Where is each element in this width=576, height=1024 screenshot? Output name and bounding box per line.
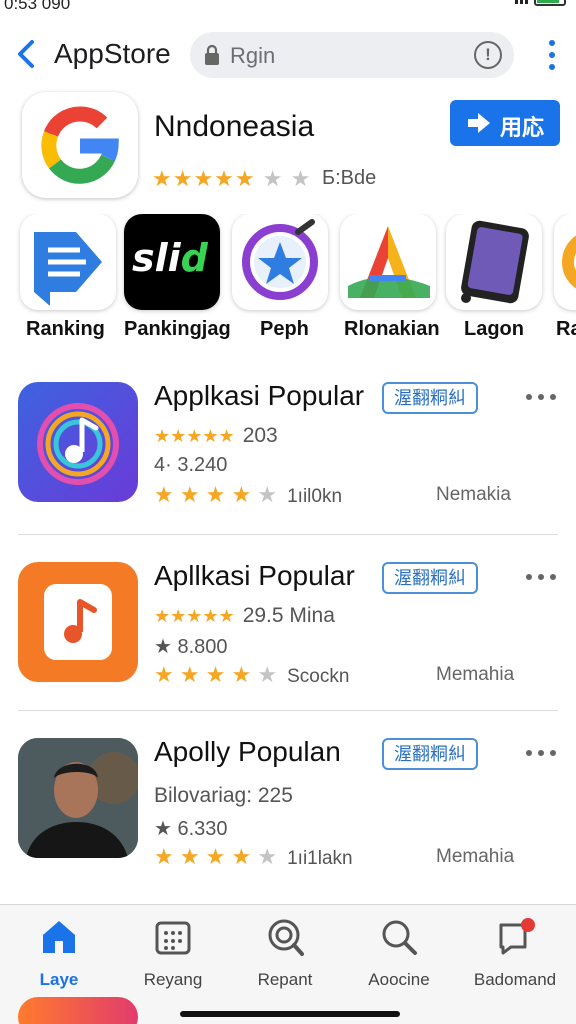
featured-app-name: Nndoneasia bbox=[154, 110, 315, 143]
music-note-icon bbox=[18, 562, 138, 682]
app-rating-line: Bilovariag: 225 bbox=[154, 784, 293, 808]
nav-label: Aoocine bbox=[368, 970, 430, 989]
home-icon bbox=[43, 921, 75, 953]
slid-logo-icon: slid bbox=[124, 214, 220, 310]
list-item[interactable]: Applkasi Popular 渥翻粡糾 ★★★★★ 203 4· 3.240 … bbox=[0, 362, 576, 522]
signal-icon bbox=[515, 0, 528, 4]
app-downloads: 1ıil0kn bbox=[287, 486, 343, 507]
app-badge[interactable]: 渥翻粡糾 bbox=[382, 382, 478, 414]
peek-icon bbox=[18, 997, 138, 1024]
battery-icon bbox=[534, 0, 566, 6]
mini-stars: ★★★★★ bbox=[154, 426, 235, 446]
category-label: Ra bbox=[556, 318, 576, 340]
category-ranking[interactable]: Ranking bbox=[20, 214, 120, 344]
app-meta: Nemakia bbox=[436, 484, 511, 505]
app-downloads: Scockn bbox=[287, 666, 350, 687]
lock-icon bbox=[205, 44, 219, 65]
app-meta: Memahia bbox=[436, 664, 515, 685]
app-downloads: 1ıi1lakn bbox=[287, 848, 353, 869]
app-badge[interactable]: 渥翻粡糾 bbox=[382, 562, 478, 594]
tablet-icon bbox=[446, 214, 542, 310]
category-row: Ranking slid Pankingjag Peph Rlonakian L… bbox=[0, 214, 576, 344]
status-bar: 0:53 090 bbox=[0, 0, 576, 14]
nav-item-laye[interactable]: Laye bbox=[2, 917, 116, 997]
person-photo-icon bbox=[18, 738, 138, 858]
app-score: ★ 8.800 bbox=[154, 636, 228, 658]
notification-icon bbox=[499, 918, 535, 955]
app-stars: ★ ★ ★ ★ ★ Scockn bbox=[154, 662, 350, 687]
rating-count: 203 bbox=[242, 424, 278, 447]
category-pankingjag[interactable]: slid Pankingjag bbox=[124, 214, 231, 344]
partial-icon bbox=[554, 214, 576, 310]
search-icon bbox=[382, 920, 417, 955]
featured-app[interactable]: Nndoneasia ★★★★★ ★ ★ Б:Bde 用応 bbox=[0, 90, 576, 202]
mini-stars: ★★★★★ bbox=[154, 606, 235, 626]
app-stars: ★ ★ ★ ★ ★ 1ıi1lakn bbox=[154, 844, 353, 869]
search-input[interactable]: Rgin bbox=[230, 43, 275, 69]
nav-item-aoocine[interactable]: Aoocine bbox=[342, 917, 456, 997]
more-vert-icon[interactable] bbox=[548, 40, 556, 70]
bottom-nav: Laye Reyang Repant Aoocine Badomand bbox=[0, 904, 576, 1024]
rating-count: 29.5 Mina bbox=[242, 604, 335, 627]
nav-item-repant[interactable]: Repant bbox=[228, 917, 342, 997]
home-indicator[interactable] bbox=[180, 1011, 400, 1017]
more-horiz-icon[interactable] bbox=[526, 394, 556, 402]
nav-label: Laye bbox=[39, 970, 79, 989]
page-title: AppStore bbox=[54, 38, 171, 69]
app-title: Apolly Populan bbox=[154, 736, 341, 767]
list-item[interactable]: Apllkasi Popular 渥翻粡糾 ★★★★★ 29.5 Mina ★ 8… bbox=[0, 542, 576, 702]
status-time: 0:53 090 bbox=[4, 0, 71, 13]
app-badge[interactable]: 渥翻粡糾 bbox=[382, 738, 478, 770]
app-rating-line: ★★★★★ 29.5 Mina bbox=[154, 604, 335, 628]
install-button-label: 用応 bbox=[500, 115, 545, 140]
app-stars: ★ ★ ★ ★ ★ 1ıil0kn bbox=[154, 482, 343, 507]
app-title: Apllkasi Popular bbox=[154, 560, 355, 591]
install-button[interactable]: 用応 bbox=[450, 100, 560, 146]
search-bar[interactable]: Rgin ! bbox=[190, 32, 514, 78]
triangle-logo-icon bbox=[340, 214, 436, 310]
app-title: Applkasi Popular bbox=[154, 380, 365, 411]
more-horiz-icon[interactable] bbox=[526, 574, 556, 582]
grid-icon bbox=[155, 921, 191, 955]
status-icons bbox=[515, 0, 566, 6]
app-header: AppStore Rgin ! bbox=[0, 28, 576, 82]
app-meta: Memahia bbox=[436, 846, 515, 867]
app-score: 4· 3.240 bbox=[154, 454, 228, 476]
category-lagon[interactable]: Lagon bbox=[446, 214, 546, 344]
category-rlonakian[interactable]: Rlonakian bbox=[340, 214, 440, 344]
divider bbox=[18, 534, 558, 535]
nav-item-reyang[interactable]: Reyang bbox=[116, 917, 230, 997]
back-arrow-icon[interactable] bbox=[14, 38, 40, 70]
nav-label: Reyang bbox=[143, 970, 203, 989]
divider bbox=[18, 710, 558, 711]
list-item[interactable]: Apolly Populan 渥翻粡糾 Bilovariag: 225 ★ 6.… bbox=[0, 718, 576, 878]
info-icon[interactable]: ! bbox=[474, 41, 502, 69]
star-circle-icon bbox=[232, 214, 328, 310]
category-ra[interactable]: Ra bbox=[554, 214, 576, 344]
nav-item-badomand[interactable]: Badomand bbox=[458, 917, 572, 997]
arrow-right-icon bbox=[468, 113, 490, 133]
document-list-icon bbox=[20, 214, 116, 310]
more-horiz-icon[interactable] bbox=[526, 750, 556, 758]
nav-label: Badomand bbox=[473, 970, 557, 989]
app-score: ★ 6.330 bbox=[154, 818, 228, 840]
google-logo-icon bbox=[22, 92, 138, 198]
category-peph[interactable]: Peph bbox=[232, 214, 332, 344]
featured-subtitle: Б:Bde bbox=[322, 167, 377, 189]
rating-count: Bilovariag: 225 bbox=[154, 784, 293, 807]
nav-label: Repant bbox=[257, 970, 313, 989]
search-badge-icon bbox=[268, 919, 304, 956]
music-circle-icon bbox=[18, 382, 138, 502]
featured-rating: ★★★★★ ★ ★ bbox=[152, 166, 312, 191]
app-rating-line: ★★★★★ 203 bbox=[154, 424, 278, 448]
